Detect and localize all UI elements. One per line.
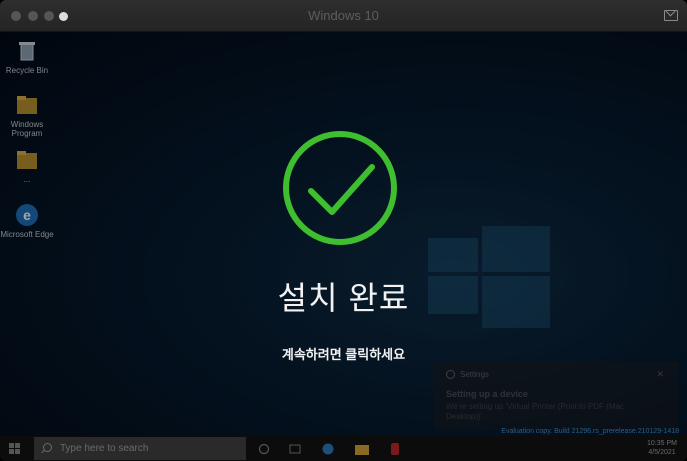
search-icon (43, 443, 52, 452)
system-clock[interactable]: 10:35 PM 4/5/2021 (647, 439, 677, 457)
clock-date: 4/5/2021 (648, 449, 676, 456)
evaluation-watermark: Evaluation copy. Build 21296.rs_prerelea… (501, 428, 679, 436)
title-bar: Windows 10 (0, 0, 687, 32)
taskbar: Type here to search 10:35 PM 4/5/2021 (0, 436, 687, 461)
continue-prompt[interactable]: 계속하려면 클릭하세요 (0, 344, 687, 363)
completion-title: 설치 완료 (277, 280, 410, 316)
clock-time: 10:35 PM (647, 440, 677, 447)
task-view-icon[interactable] (289, 442, 301, 454)
checkmark-icon (281, 129, 399, 247)
parallels-icon[interactable] (389, 442, 401, 455)
edge-taskbar-icon[interactable] (322, 442, 334, 455)
taskbar-search[interactable]: Type here to search (34, 437, 246, 460)
watermark-line: Evaluation copy. Build 21296.rs_prerelea… (501, 428, 679, 435)
cortana-icon[interactable] (258, 442, 270, 455)
search-placeholder: Type here to search (60, 443, 149, 454)
start-button[interactable] (9, 443, 21, 455)
file-explorer-icon[interactable] (355, 442, 369, 455)
window-title: Windows 10 (308, 8, 379, 23)
message-icon[interactable] (664, 10, 678, 21)
vm-window: Windows 10 Recycle Bin Windows Program .… (0, 0, 687, 461)
